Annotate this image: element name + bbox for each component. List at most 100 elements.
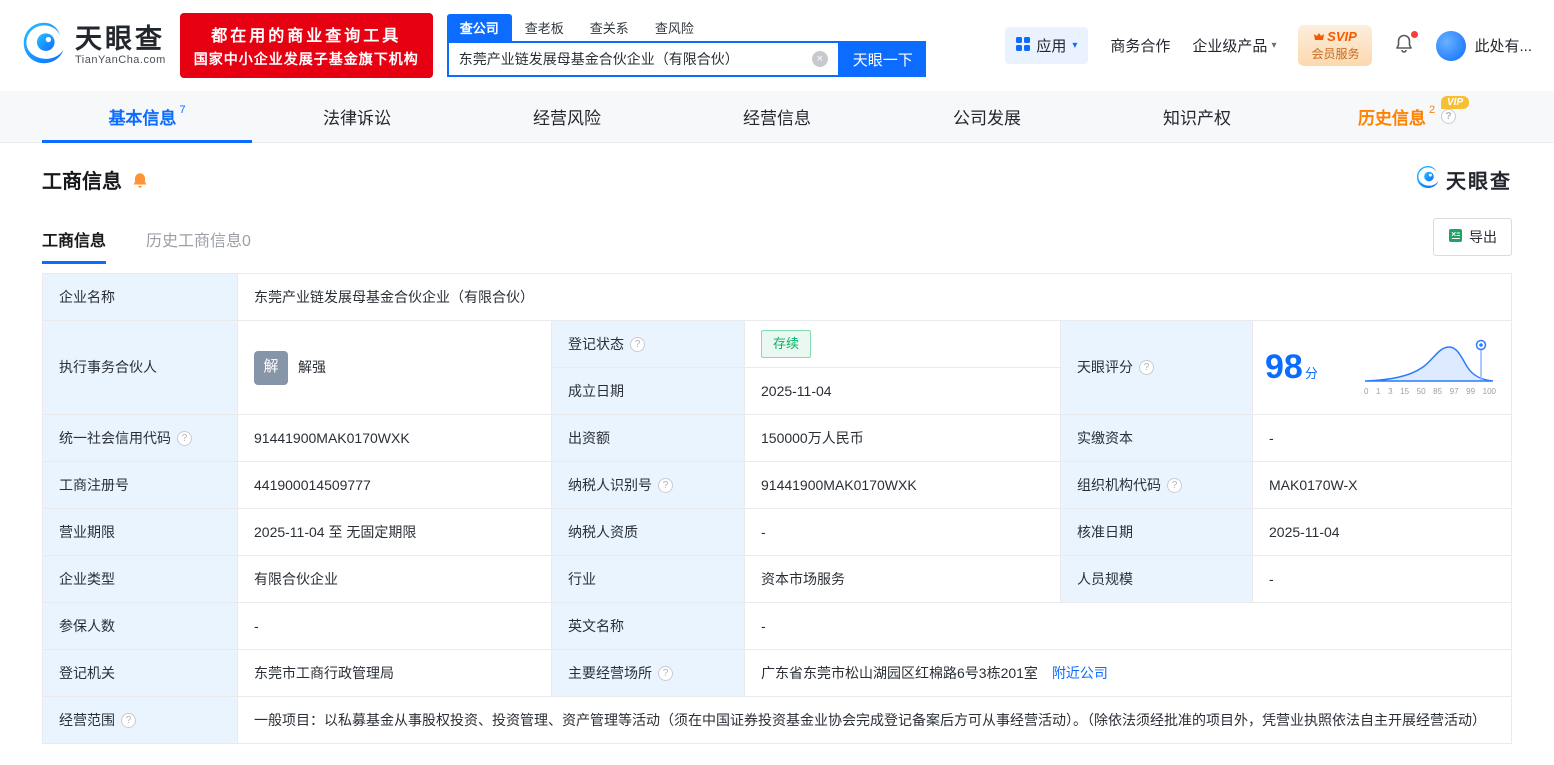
field-label-establish-date: 成立日期 <box>552 368 745 415</box>
field-value-approval-date: 2025-11-04 <box>1253 509 1512 556</box>
score-distribution-chart: 0 1 3 15 50 85 97 99 100 <box>1361 337 1499 398</box>
tianyancha-logo-icon <box>22 21 66 70</box>
field-label-insured-count: 参保人数 <box>43 603 238 650</box>
help-icon[interactable]: ? <box>1441 109 1457 124</box>
vip-badge: VIP <box>1441 96 1470 109</box>
nearby-companies-link[interactable]: 附近公司 <box>1052 663 1108 684</box>
subtab-business-info[interactable]: 工商信息 <box>42 227 107 264</box>
tab-ip-label: 知识产权 <box>1163 109 1231 128</box>
field-value-industry: 资本市场服务 <box>745 556 1061 603</box>
field-label-executive-partner: 执行事务合伙人 <box>43 321 238 415</box>
help-icon[interactable]: ? <box>658 477 673 493</box>
field-label-registry: 登记机关 <box>43 650 238 697</box>
tab-risk-label: 经营风险 <box>533 109 601 128</box>
tab-legal-label: 法律诉讼 <box>323 109 391 128</box>
chevron-down-icon: ▾ <box>1271 40 1277 51</box>
apps-menu[interactable]: 应用 ▾ <box>1005 27 1089 64</box>
score-value[interactable]: 98 分 <box>1265 342 1318 393</box>
search-tab-relation[interactable]: 查关系 <box>577 14 642 41</box>
search-tabs: 查公司 查老板 查关系 查风险 <box>446 14 926 41</box>
search-tab-boss[interactable]: 查老板 <box>512 14 577 41</box>
field-value-staff-size: - <box>1253 556 1512 603</box>
search-tab-company[interactable]: 查公司 <box>446 14 512 41</box>
notification-dot <box>1411 31 1419 38</box>
header-right: 应用 ▾ 商务合作 企业级产品 ▾ SVIP 会员服务 此处有... <box>1005 25 1532 66</box>
apps-grid-icon <box>1016 36 1031 55</box>
field-value-taxpayer-qualification: - <box>745 509 1061 556</box>
field-value-business-term: 2025-11-04 至 无固定期限 <box>238 509 552 556</box>
subtab-history-business-info[interactable]: 历史工商信息0 <box>146 227 251 264</box>
notifications-bell[interactable] <box>1394 31 1419 58</box>
field-value-registration-status: 存续 <box>745 321 1061 368</box>
clear-icon[interactable]: × <box>811 51 828 67</box>
field-value-insured-count: - <box>238 603 552 650</box>
svip-label: SVIP <box>1327 29 1357 44</box>
export-label: 导出 <box>1469 229 1497 245</box>
partner-name-link[interactable]: 解强 <box>298 357 326 378</box>
brand-domain: TianYanCha.com <box>75 54 166 67</box>
partner-avatar[interactable]: 解 <box>254 350 288 385</box>
enterprise-products-label: 企业级产品 <box>1192 38 1268 55</box>
watermark-brand-name: 天眼查 <box>1446 171 1512 193</box>
tab-basic-info[interactable]: 基本信息 7 <box>42 91 252 143</box>
main-content: 工商信息 天眼查 工商信息 历史工商信息0 导出 企业名称 东莞产业链发展母基金… <box>0 165 1554 744</box>
status-badge: 存续 <box>761 330 812 358</box>
help-icon[interactable]: ? <box>121 712 136 728</box>
tab-operation-info[interactable]: 经营信息 <box>672 91 882 142</box>
business-info-table: 企业名称 东莞产业链发展母基金合伙企业（有限合伙） 执行事务合伙人 解 解强 登… <box>42 273 1512 744</box>
apps-label: 应用 <box>1036 38 1067 55</box>
tab-operation-risk[interactable]: 经营风险 <box>462 91 672 142</box>
field-label-company-name: 企业名称 <box>43 274 238 321</box>
search-area: 查公司 查老板 查关系 查风险 × 天眼一下 <box>446 14 926 77</box>
export-button[interactable]: 导出 <box>1433 218 1512 256</box>
field-label-address: 主要经营场所 ? <box>552 650 745 697</box>
section-title: 工商信息 <box>42 171 122 193</box>
field-label-approval-date: 核准日期 <box>1061 509 1253 556</box>
search-tab-risk[interactable]: 查风险 <box>642 14 707 41</box>
field-label-tianyan-score: 天眼评分 ? <box>1061 321 1253 415</box>
search-box: × <box>446 41 840 77</box>
score-chart-ticks: 0 1 3 15 50 85 97 99 100 <box>1364 387 1496 396</box>
tab-legal-proceedings[interactable]: 法律诉讼 <box>252 91 462 142</box>
help-icon[interactable]: ? <box>630 336 645 352</box>
tianyancha-logo[interactable]: 天眼查 TianYanCha.com <box>22 21 166 70</box>
tab-history-count: 2 <box>1428 103 1436 116</box>
search-button[interactable]: 天眼一下 <box>839 41 926 77</box>
field-label-business-term: 营业期限 <box>43 509 238 556</box>
announcement-bell-icon[interactable] <box>131 171 149 189</box>
help-icon[interactable]: ? <box>1139 360 1154 375</box>
brand-name: 天眼查 <box>75 23 165 54</box>
field-label-staff-size: 人员规模 <box>1061 556 1253 603</box>
username: 此处有... <box>1474 38 1532 55</box>
field-value-company-name: 东莞产业链发展母基金合伙企业（有限合伙） <box>238 274 1512 321</box>
tab-history-label: 历史信息 <box>1357 109 1426 128</box>
field-value-capital: 150000万人民币 <box>745 415 1061 462</box>
field-label-org-code: 组织机构代码 ? <box>1061 462 1253 509</box>
tab-intellectual-property[interactable]: 知识产权 <box>1092 91 1302 142</box>
field-value-org-code: MAK0170W-X <box>1253 462 1512 509</box>
field-label-capital: 出资额 <box>552 415 745 462</box>
help-icon[interactable]: ? <box>177 430 192 446</box>
tab-company-development[interactable]: 公司发展 <box>882 91 1092 142</box>
field-label-credit-code: 统一社会信用代码 ? <box>43 415 238 462</box>
help-icon[interactable]: ? <box>1167 477 1182 493</box>
field-value-business-scope: 一般项目：以私募基金从事股权投资、投资管理、资产管理等活动（须在中国证券投资基金… <box>238 697 1512 744</box>
tianyancha-watermark-logo: 天眼查 <box>1416 165 1512 194</box>
avatar <box>1436 30 1467 61</box>
help-icon[interactable]: ? <box>658 665 673 681</box>
field-value-paid-capital: - <box>1253 415 1512 462</box>
business-cooperation-link[interactable]: 商务合作 <box>1110 35 1170 56</box>
enterprise-products-menu[interactable]: 企业级产品 ▾ <box>1192 35 1276 56</box>
chevron-down-icon: ▾ <box>1072 40 1078 51</box>
search-input[interactable] <box>458 51 812 67</box>
field-value-establish-date: 2025-11-04 <box>745 368 1061 415</box>
tab-history-info[interactable]: 历史信息 2 ? VIP <box>1302 91 1512 142</box>
user-account[interactable]: 此处有... <box>1436 30 1532 61</box>
field-label-taxpayer-qualification: 纳税人资质 <box>552 509 745 556</box>
field-label-paid-capital: 实缴资本 <box>1061 415 1253 462</box>
field-value-tianyan-score: 98 分 0 1 3 15 50 85 97 99 100 <box>1253 321 1512 415</box>
promo-line1: 都在用的商业查询工具 <box>211 28 402 45</box>
field-label-registration-status: 登记状态 ? <box>552 321 745 368</box>
promo-line2: 国家中小企业发展子基金旗下机构 <box>193 51 419 67</box>
svip-member-button[interactable]: SVIP 会员服务 <box>1298 25 1373 66</box>
